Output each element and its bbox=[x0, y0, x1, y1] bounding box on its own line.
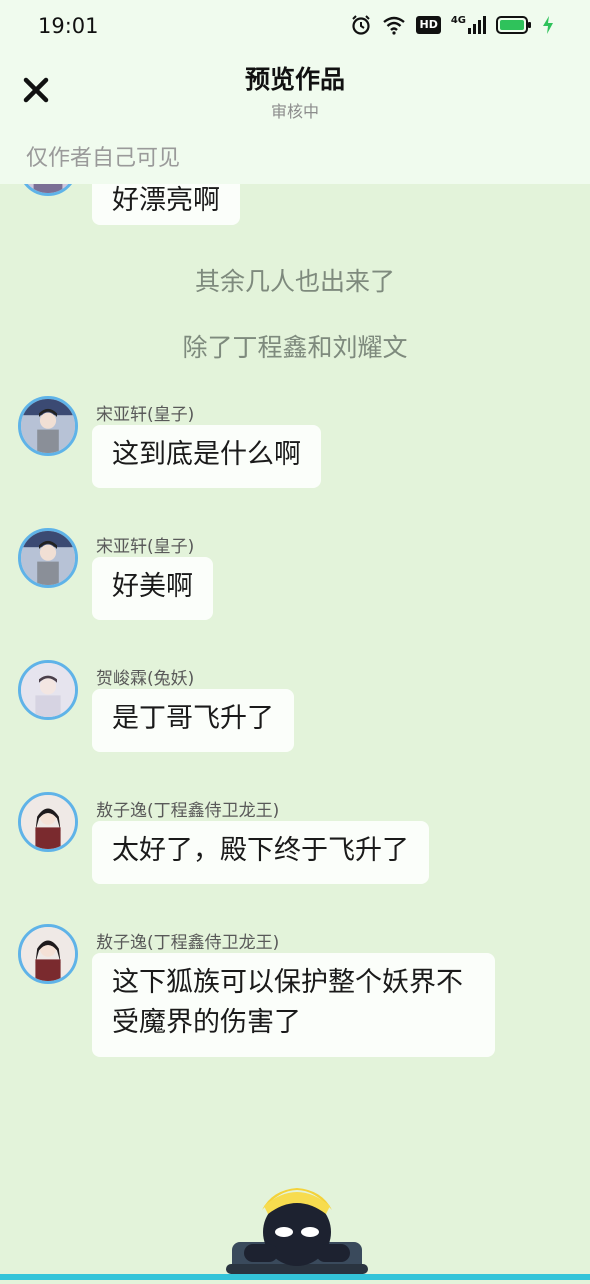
narration-text: 其余几人也出来了 bbox=[194, 267, 395, 296]
wifi-icon bbox=[383, 16, 406, 35]
sender-name: 宋亚轩(皇子) bbox=[96, 405, 195, 425]
avatar[interactable] bbox=[18, 528, 78, 588]
sender-name: 敖子逸(丁程鑫侍卫龙王) bbox=[96, 801, 280, 821]
message-bubble: 好漂亮啊 bbox=[92, 184, 240, 225]
message-bubble: 是丁哥飞升了 bbox=[92, 689, 294, 752]
bottom-bar bbox=[0, 1274, 590, 1280]
hd-badge: HD bbox=[416, 16, 441, 34]
narration-text: 除了丁程鑫和刘耀文 bbox=[182, 333, 408, 362]
signal-group: 4G bbox=[451, 16, 486, 34]
charging-icon bbox=[543, 16, 553, 34]
header: 预览作品 审核中 仅作者自己可见 bbox=[0, 52, 590, 184]
battery-icon bbox=[496, 16, 531, 34]
avatar[interactable] bbox=[18, 184, 78, 196]
review-status: 审核中 bbox=[270, 102, 319, 121]
message-text-line: 受魔界的伤害了 bbox=[112, 1007, 301, 1038]
mascot-icon[interactable] bbox=[222, 1170, 372, 1280]
signal-icon bbox=[468, 16, 486, 34]
sender-name: 敖子逸(丁程鑫侍卫龙王) bbox=[96, 933, 280, 953]
chat-area[interactable]: 好漂亮啊 其余几人也出来了 除了丁程鑫和刘耀文 宋亚轩(皇子) 这到底是什么啊 … bbox=[0, 184, 590, 1280]
message-text: 这到底是什么啊 bbox=[112, 439, 301, 470]
message-bubble: 这到底是什么啊 bbox=[92, 425, 321, 488]
avatar[interactable] bbox=[18, 660, 78, 720]
page-title: 预览作品 bbox=[244, 65, 345, 94]
avatar[interactable] bbox=[18, 396, 78, 456]
message-bubble: 好美啊 bbox=[92, 557, 213, 620]
message-text: 是丁哥飞升了 bbox=[112, 703, 274, 734]
message-text: 好美啊 bbox=[112, 571, 193, 602]
sender-name: 贺峻霖(兔妖) bbox=[96, 669, 195, 689]
avatar[interactable] bbox=[18, 792, 78, 852]
network-type: 4G bbox=[450, 15, 466, 26]
visibility-note: 仅作者自己可见 bbox=[26, 146, 181, 171]
alarm-icon bbox=[352, 15, 371, 35]
message-bubble: 太好了，殿下终于飞升了 bbox=[92, 821, 429, 884]
message-bubble: 这下狐族可以保护整个妖界不 受魔界的伤害了 bbox=[92, 953, 495, 1057]
status-icons: HD 4G bbox=[350, 14, 554, 36]
avatar[interactable] bbox=[18, 924, 78, 984]
message-text: 好漂亮啊 bbox=[112, 185, 220, 216]
message-text-line: 这下狐族可以保护整个妖界不 bbox=[112, 967, 463, 998]
sender-name: 宋亚轩(皇子) bbox=[96, 537, 195, 557]
message-text: 太好了，殿下终于飞升了 bbox=[112, 835, 409, 866]
status-time: 19:01 bbox=[38, 14, 99, 38]
status-bar: 19:01 HD 4G bbox=[0, 0, 590, 52]
